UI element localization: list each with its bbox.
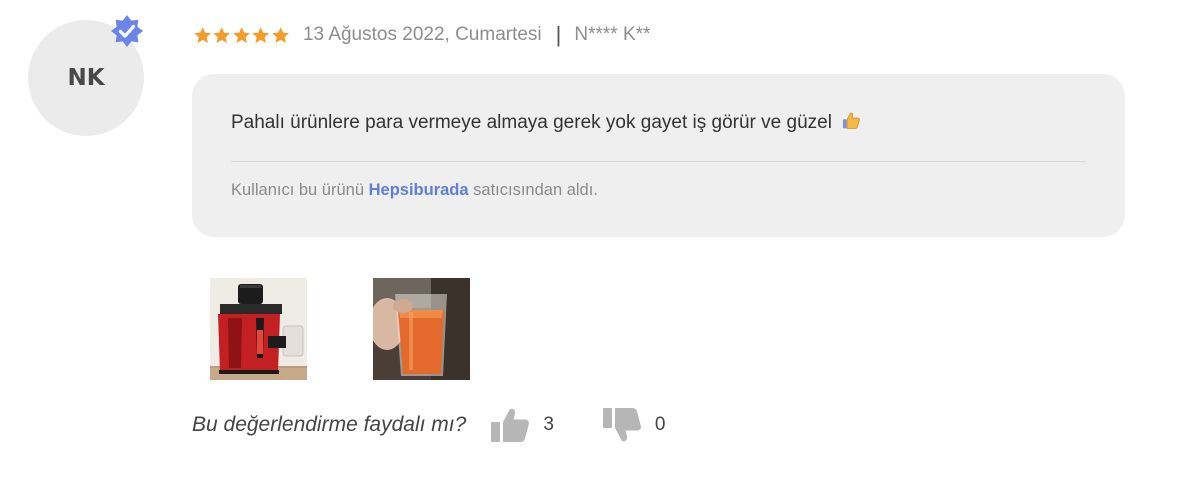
seller-info: Kullanıcı bu ürünü Hepsiburada satıcısın…: [231, 181, 598, 200]
verified-badge-icon: [111, 15, 143, 47]
dislike-button[interactable]: 0: [602, 407, 666, 443]
star-icon: [194, 26, 212, 43]
carrot-juice-glass-photo: [373, 278, 470, 380]
review-photo-juice[interactable]: [373, 278, 470, 380]
review-comment: Pahalı ürünlere para vermeye almaya gere…: [231, 112, 862, 134]
avatar-initials: NK: [67, 65, 105, 91]
star-icon: [271, 26, 289, 43]
juicer-photo: [210, 278, 307, 380]
helpful-section: Bu değerlendirme faydalı mı? 3 0: [192, 408, 665, 442]
review-comment-text: Pahalı ürünlere para vermeye almaya gere…: [231, 112, 832, 133]
review-author: N**** K**: [574, 24, 651, 45]
review-photo-juicer[interactable]: [210, 278, 307, 380]
seller-suffix: satıcısından aldı.: [473, 181, 598, 199]
meta-separator: |: [555, 22, 562, 47]
review-date: 13 Ağustos 2022, Cumartesi: [302, 24, 542, 45]
star-rating: [193, 26, 290, 45]
thumbs-up-icon: [491, 408, 530, 442]
helpful-question: Bu değerlendirme faydalı mı?: [192, 413, 467, 436]
star-icon: [233, 26, 250, 43]
like-count: 3: [543, 414, 554, 435]
thumbs-up-emoji-icon: [843, 113, 861, 130]
seller-prefix: Kullanıcı bu ürünü: [231, 181, 365, 199]
review-comment-box: Pahalı ürünlere para vermeye almaya gere…: [192, 74, 1125, 237]
star-icon: [213, 26, 231, 43]
dislike-count: 0: [654, 414, 666, 435]
comment-divider: [231, 161, 1086, 162]
like-button[interactable]: 3: [490, 407, 554, 443]
seller-link[interactable]: Hepsiburada: [369, 181, 469, 199]
star-icon: [252, 26, 270, 43]
review-meta: 13 Ağustos 2022, Cumartesi | N**** K**: [193, 22, 650, 48]
thumbs-down-icon: [602, 408, 641, 442]
